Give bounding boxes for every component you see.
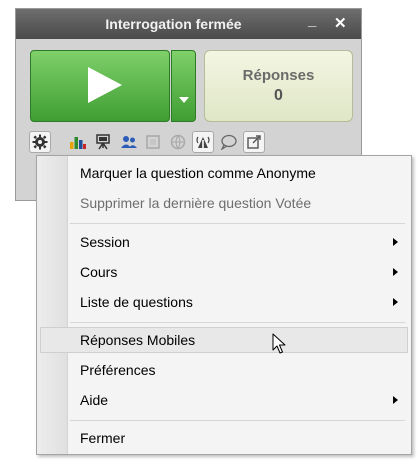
external-window-button[interactable] xyxy=(243,131,265,153)
speech-bubble-icon xyxy=(220,134,237,150)
menu-item-delete-last-question[interactable]: Supprimer la dernière question Votée xyxy=(40,190,408,216)
menu-item-label: Marquer la question comme Anonyme xyxy=(80,165,316,181)
chevron-right-icon xyxy=(393,396,398,404)
responses-counter[interactable]: Réponses 0 xyxy=(204,50,353,122)
window-title: Interrogation fermée xyxy=(105,16,242,32)
presenter-button[interactable] xyxy=(92,131,114,153)
grid-button[interactable] xyxy=(142,131,164,153)
menu-item-label: Fermer xyxy=(80,430,126,446)
menu-item-label: Session xyxy=(80,234,130,250)
toolbar xyxy=(16,127,361,157)
menu-item-mark-anonymous[interactable]: Marquer la question comme Anonyme xyxy=(40,160,408,186)
menu-item-session[interactable]: Session xyxy=(40,229,408,255)
users-icon xyxy=(121,136,137,148)
poll-options-dropdown-button[interactable] xyxy=(171,50,196,122)
title-bar[interactable]: Interrogation fermée _ ✕ xyxy=(16,9,361,39)
mobile-responses-button[interactable] xyxy=(192,131,214,153)
start-poll-button[interactable] xyxy=(30,50,170,122)
mouse-cursor-icon xyxy=(272,333,286,354)
menu-separator xyxy=(70,420,405,421)
chevron-right-icon xyxy=(393,268,398,276)
menu-item-label: Aide xyxy=(80,392,109,408)
responses-label: Réponses xyxy=(242,67,315,84)
menu-item-label: Préférences xyxy=(80,362,156,378)
results-chart-button[interactable] xyxy=(67,131,89,153)
external-window-icon xyxy=(247,135,261,149)
menu-separator xyxy=(70,223,405,224)
comment-button[interactable] xyxy=(217,131,239,153)
chevron-right-icon xyxy=(393,238,398,246)
play-icon xyxy=(88,67,122,103)
gear-icon xyxy=(32,134,48,150)
menu-item-label: Supprimer la dernière question Votée xyxy=(80,195,312,211)
menu-item-question-list[interactable]: Liste de questions xyxy=(40,289,408,315)
globe-button[interactable] xyxy=(167,131,189,153)
menu-item-label: Cours xyxy=(80,264,118,280)
responses-count: 0 xyxy=(274,87,283,104)
presenter-icon xyxy=(96,134,110,150)
mobile-signal-icon xyxy=(196,136,210,148)
globe-icon xyxy=(170,134,186,150)
participants-button[interactable] xyxy=(118,131,140,153)
menu-item-mobile-responses[interactable]: Réponses Mobiles xyxy=(40,327,408,353)
settings-context-menu: Marquer la question comme Anonyme Suppri… xyxy=(36,155,412,455)
menu-item-label: Réponses Mobiles xyxy=(80,332,196,348)
close-button[interactable]: ✕ xyxy=(334,14,347,32)
minimize-button[interactable]: _ xyxy=(308,12,316,29)
chevron-right-icon xyxy=(393,298,398,306)
bar-chart-icon xyxy=(70,137,86,149)
chevron-down-icon xyxy=(179,97,189,103)
menu-item-close[interactable]: Fermer xyxy=(40,425,408,451)
menu-item-help[interactable]: Aide xyxy=(40,387,408,413)
menu-separator xyxy=(70,322,405,323)
menu-item-course[interactable]: Cours xyxy=(40,259,408,285)
grid-icon xyxy=(146,135,160,149)
gear-button[interactable] xyxy=(29,131,51,153)
menu-item-preferences[interactable]: Préférences xyxy=(40,357,408,383)
menu-item-label: Liste de questions xyxy=(80,294,193,310)
